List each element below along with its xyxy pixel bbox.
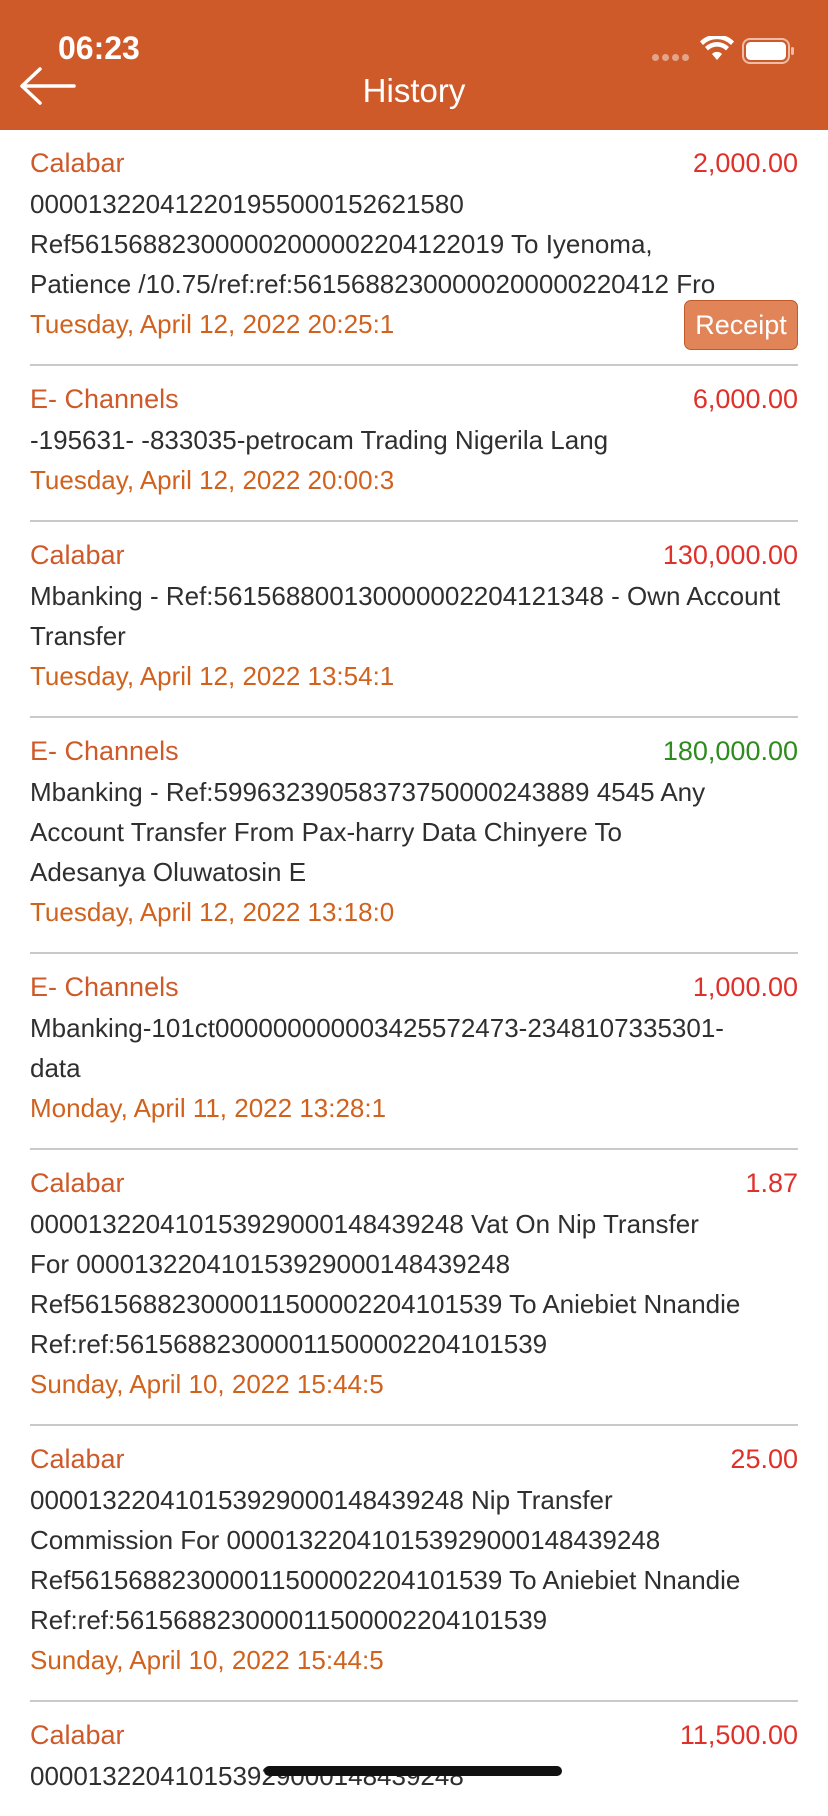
transaction-description: 000013220410153929000148439248 Nip Trans…: [30, 1485, 741, 1635]
page-title: History: [362, 72, 466, 109]
app-header: 06:23 History: [0, 0, 828, 130]
transaction-branch: Calabar: [30, 1168, 125, 1198]
transaction-description: Mbanking - Ref:5615688001300000022041213…: [30, 581, 781, 651]
transaction-row[interactable]: Calabar 11,500.00 0000132204101539290001…: [30, 1702, 798, 1816]
transaction-description: Mbanking-101ct000000000003425572473-2348…: [30, 1013, 724, 1083]
transaction-row[interactable]: Calabar 130,000.00 Mbanking - Ref:561568…: [30, 522, 798, 718]
transaction-date: Tuesday, April 12, 2022 20:25:1: [30, 309, 395, 339]
transaction-row[interactable]: E- Channels 6,000.00 -195631- -833035-pe…: [30, 366, 798, 522]
transaction-list: Calabar 2,000.00 00001322041220195500015…: [0, 130, 828, 1816]
transaction-row[interactable]: E- Channels 1,000.00 Mbanking-101ct00000…: [30, 954, 798, 1150]
transaction-branch: E- Channels: [30, 384, 179, 414]
transaction-description: Mbanking - Ref:5996323905837375000024388…: [30, 777, 706, 887]
transaction-row[interactable]: Calabar 1.87 000013220410153929000148439…: [30, 1150, 798, 1426]
transaction-row[interactable]: E- Channels 180,000.00 Mbanking - Ref:59…: [30, 718, 798, 954]
transaction-amount: 130,000.00: [662, 540, 798, 570]
transaction-description: 000013220410153929000148439248: [30, 1761, 464, 1791]
transaction-branch: E- Channels: [30, 972, 179, 1002]
transaction-amount: 6,000.00: [692, 384, 798, 414]
transaction-description: 000013220410153929000148439248 Vat On Ni…: [30, 1209, 741, 1359]
cellular-signal-icon: [652, 54, 692, 62]
transaction-branch: Calabar: [30, 540, 125, 570]
transaction-branch: Calabar: [30, 148, 125, 178]
transaction-date: Tuesday, April 12, 2022 13:18:0: [30, 897, 395, 927]
battery-icon: [742, 38, 794, 64]
transaction-branch: E- Channels: [30, 736, 179, 766]
transaction-date: Tuesday, April 12, 2022 13:54:1: [30, 661, 395, 691]
transaction-amount: 180,000.00: [662, 736, 798, 766]
wifi-icon: [700, 36, 734, 60]
transaction-branch: Calabar: [30, 1444, 125, 1474]
transaction-amount: 1.87: [745, 1168, 798, 1198]
transaction-amount: 1,000.00: [692, 972, 798, 1002]
transaction-amount: 11,500.00: [679, 1720, 798, 1750]
receipt-button[interactable]: Receipt: [684, 300, 798, 350]
transaction-description: -195631- -833035-petrocam Trading Nigeri…: [30, 425, 609, 455]
transaction-description: 000013220412201955000152621580 Ref561568…: [30, 189, 716, 299]
status-time: 06:23: [58, 30, 140, 66]
transaction-date: Tuesday, April 12, 2022 20:00:3: [30, 465, 395, 495]
home-indicator[interactable]: [264, 1766, 562, 1776]
transaction-amount: 25.00: [730, 1444, 798, 1474]
transaction-branch: Calabar: [30, 1720, 125, 1750]
transaction-row[interactable]: Calabar 25.00 00001322041015392900014843…: [30, 1426, 798, 1702]
transaction-date: Monday, April 11, 2022 13:28:1: [30, 1093, 387, 1123]
transaction-amount: 2,000.00: [692, 148, 798, 178]
transaction-row[interactable]: Calabar 2,000.00 00001322041220195500015…: [30, 130, 798, 366]
transaction-date: Sunday, April 10, 2022 15:44:5: [30, 1369, 384, 1399]
transaction-date: Sunday, April 10, 2022 15:44:5: [30, 1645, 384, 1675]
